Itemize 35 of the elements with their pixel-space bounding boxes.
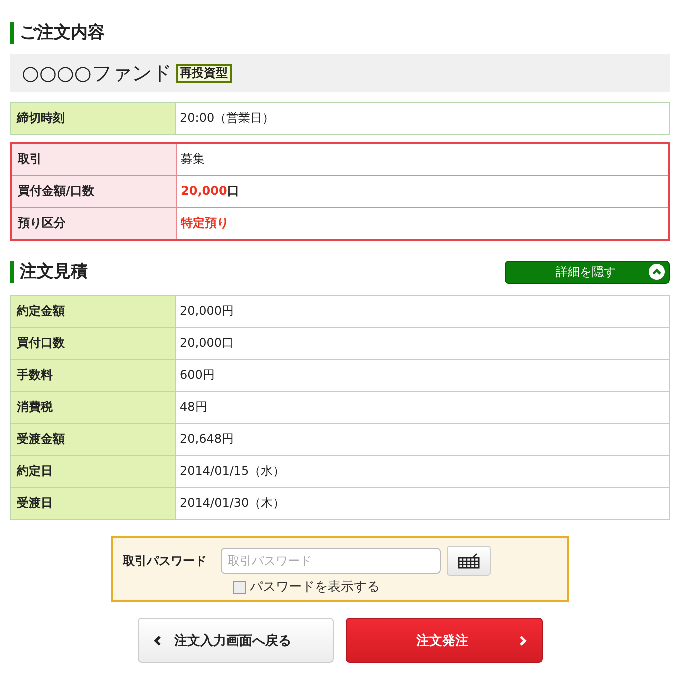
section-heading: 注文見積 bbox=[10, 261, 88, 283]
chevron-icon bbox=[649, 264, 665, 280]
row-value: 2014/01/15（水） bbox=[176, 456, 670, 488]
password-field[interactable]: 取引パスワード bbox=[221, 548, 441, 574]
row-label: 締切時刻 bbox=[10, 102, 176, 134]
fund-name: ○○○○ファンド bbox=[22, 60, 172, 86]
row-label: 手数料 bbox=[10, 360, 176, 392]
row-label: 約定金額 bbox=[10, 296, 176, 328]
row-value: 20:00（営業日） bbox=[176, 102, 670, 134]
fund-type-tag: 再投資型 bbox=[176, 64, 232, 82]
row-label: 取引 bbox=[11, 143, 176, 176]
show-password-label: パスワードを表示する bbox=[250, 579, 380, 596]
row-value: 48円 bbox=[176, 392, 670, 424]
chevron-left-icon bbox=[152, 634, 162, 646]
show-password-checkbox[interactable] bbox=[233, 580, 246, 594]
row-label: 約定日 bbox=[10, 456, 176, 488]
row-value: 600円 bbox=[176, 360, 670, 392]
row-label: 受渡金額 bbox=[10, 424, 176, 456]
keyboard-button[interactable] bbox=[447, 546, 491, 576]
chevron-right-icon bbox=[518, 634, 528, 646]
keyboard-icon bbox=[458, 553, 480, 569]
row-label: 買付口数 bbox=[10, 328, 176, 360]
row-label: 受渡日 bbox=[10, 488, 176, 520]
row-value: 20,000円 bbox=[176, 296, 670, 328]
row-label: 買付金額/口数 bbox=[11, 176, 176, 208]
back-button[interactable]: 注文入力画面へ戻る bbox=[138, 618, 334, 663]
password-label: 取引パスワード bbox=[123, 552, 208, 570]
row-value: 20,000口 bbox=[176, 328, 670, 360]
submit-order-button[interactable]: 注文発注 bbox=[346, 618, 542, 663]
row-value: 2014/01/30（木） bbox=[176, 488, 670, 520]
hide-details-button[interactable]: 詳細を隠す bbox=[505, 260, 670, 284]
row-label: 預り区分 bbox=[11, 208, 176, 240]
row-label: 消費税 bbox=[10, 392, 176, 424]
row-value: 20,648円 bbox=[176, 424, 670, 456]
section-heading: ご注文内容 bbox=[10, 22, 105, 44]
